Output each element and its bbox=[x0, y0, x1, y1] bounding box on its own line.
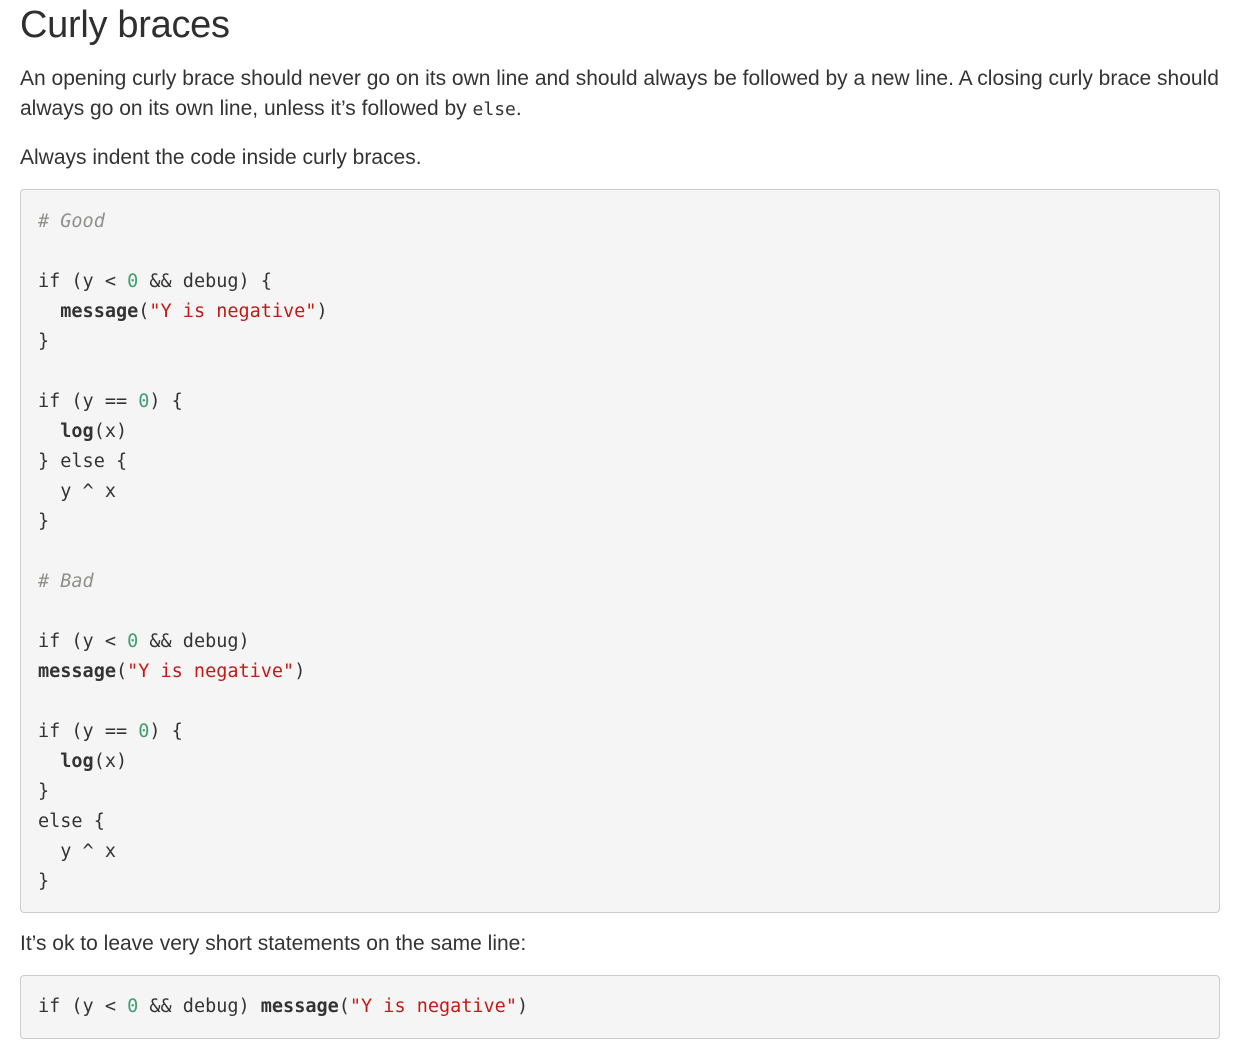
code-number: 0 bbox=[138, 391, 150, 412]
code-line: # Bad bbox=[38, 567, 1202, 597]
code-line: } bbox=[38, 867, 1202, 897]
code-token: } bbox=[38, 781, 50, 802]
intro-text-end: . bbox=[515, 97, 522, 120]
code-token: (x) bbox=[93, 421, 128, 442]
code-function: message bbox=[38, 661, 116, 682]
code-line: } else { bbox=[38, 447, 1202, 477]
code-token: ) bbox=[294, 661, 306, 682]
code-line: log(x) bbox=[38, 417, 1202, 447]
code-line: # Good bbox=[38, 207, 1202, 237]
code-function: message bbox=[260, 996, 339, 1017]
code-token: ) bbox=[516, 996, 529, 1017]
code-line: log(x) bbox=[38, 747, 1202, 777]
content-section: Curly braces An opening curly brace shou… bbox=[20, 0, 1220, 1039]
code-token: && debug) bbox=[138, 631, 250, 652]
code-function: log bbox=[60, 751, 94, 772]
inline-code-else: else bbox=[472, 99, 516, 120]
section-title: Curly braces bbox=[20, 4, 230, 46]
code-token: (x) bbox=[93, 751, 128, 772]
code-token: ) { bbox=[149, 391, 183, 412]
code-line: } bbox=[38, 777, 1202, 807]
code-token: } bbox=[38, 871, 50, 892]
intro-text: An opening curly brace should never go o… bbox=[20, 67, 1219, 120]
code-line: } bbox=[38, 327, 1202, 357]
code-line: if (y == 0) { bbox=[38, 717, 1202, 747]
short-statements-paragraph: It’s ok to leave very short statements o… bbox=[20, 932, 527, 955]
code-string: "Y is negative" bbox=[349, 996, 517, 1017]
code-token: } bbox=[38, 331, 50, 352]
code-block-good-bad: # Good if (y < 0 && debug) { message("Y … bbox=[20, 189, 1220, 913]
code-token: if (y < bbox=[38, 631, 128, 652]
code-line: else { bbox=[38, 807, 1202, 837]
code-number: 0 bbox=[127, 631, 139, 652]
code-number: 0 bbox=[138, 721, 150, 742]
code-token: && debug) { bbox=[138, 271, 272, 292]
code-token: ) { bbox=[149, 721, 183, 742]
code-line: } bbox=[38, 507, 1202, 537]
code-token: } else { bbox=[38, 451, 128, 472]
code-number: 0 bbox=[127, 996, 139, 1017]
code-function: message bbox=[60, 301, 139, 322]
code-line: y ^ x bbox=[38, 477, 1202, 507]
code-token: && debug) bbox=[138, 996, 261, 1017]
code-token: y ^ x bbox=[38, 481, 116, 502]
code-line: if (y < 0 && debug) { bbox=[38, 267, 1202, 297]
code-line: y ^ x bbox=[38, 837, 1202, 867]
code-line: message("Y is negative") bbox=[38, 297, 1202, 327]
code-token: y ^ x bbox=[38, 841, 116, 862]
code-token: else { bbox=[38, 811, 105, 832]
code-line: if (y < 0 && debug) message("Y is negati… bbox=[38, 992, 1202, 1022]
code-token: ( bbox=[338, 996, 350, 1017]
code-token: ( bbox=[115, 661, 128, 682]
code-block-short: if (y < 0 && debug) message("Y is negati… bbox=[20, 975, 1220, 1039]
indent-paragraph: Always indent the code inside curly brac… bbox=[20, 146, 422, 169]
code-token: ) bbox=[316, 301, 328, 322]
code-token: } bbox=[38, 511, 50, 532]
code-string: "Y is negative" bbox=[149, 301, 317, 322]
code-token: if (y == bbox=[38, 391, 139, 412]
code-token: ( bbox=[138, 301, 150, 322]
code-function: log bbox=[60, 421, 94, 442]
code-line: if (y == 0) { bbox=[38, 387, 1202, 417]
code-token: if (y == bbox=[38, 721, 139, 742]
intro-paragraph: An opening curly brace should never go o… bbox=[20, 64, 1220, 125]
code-string: "Y is negative" bbox=[127, 661, 295, 682]
code-comment: # Bad bbox=[38, 571, 94, 592]
code-line: if (y < 0 && debug) bbox=[38, 627, 1202, 657]
code-token: if (y < bbox=[38, 996, 128, 1017]
code-token: if (y < bbox=[38, 271, 128, 292]
code-comment: # Good bbox=[38, 211, 105, 232]
code-number: 0 bbox=[127, 271, 139, 292]
code-line: message("Y is negative") bbox=[38, 657, 1202, 687]
